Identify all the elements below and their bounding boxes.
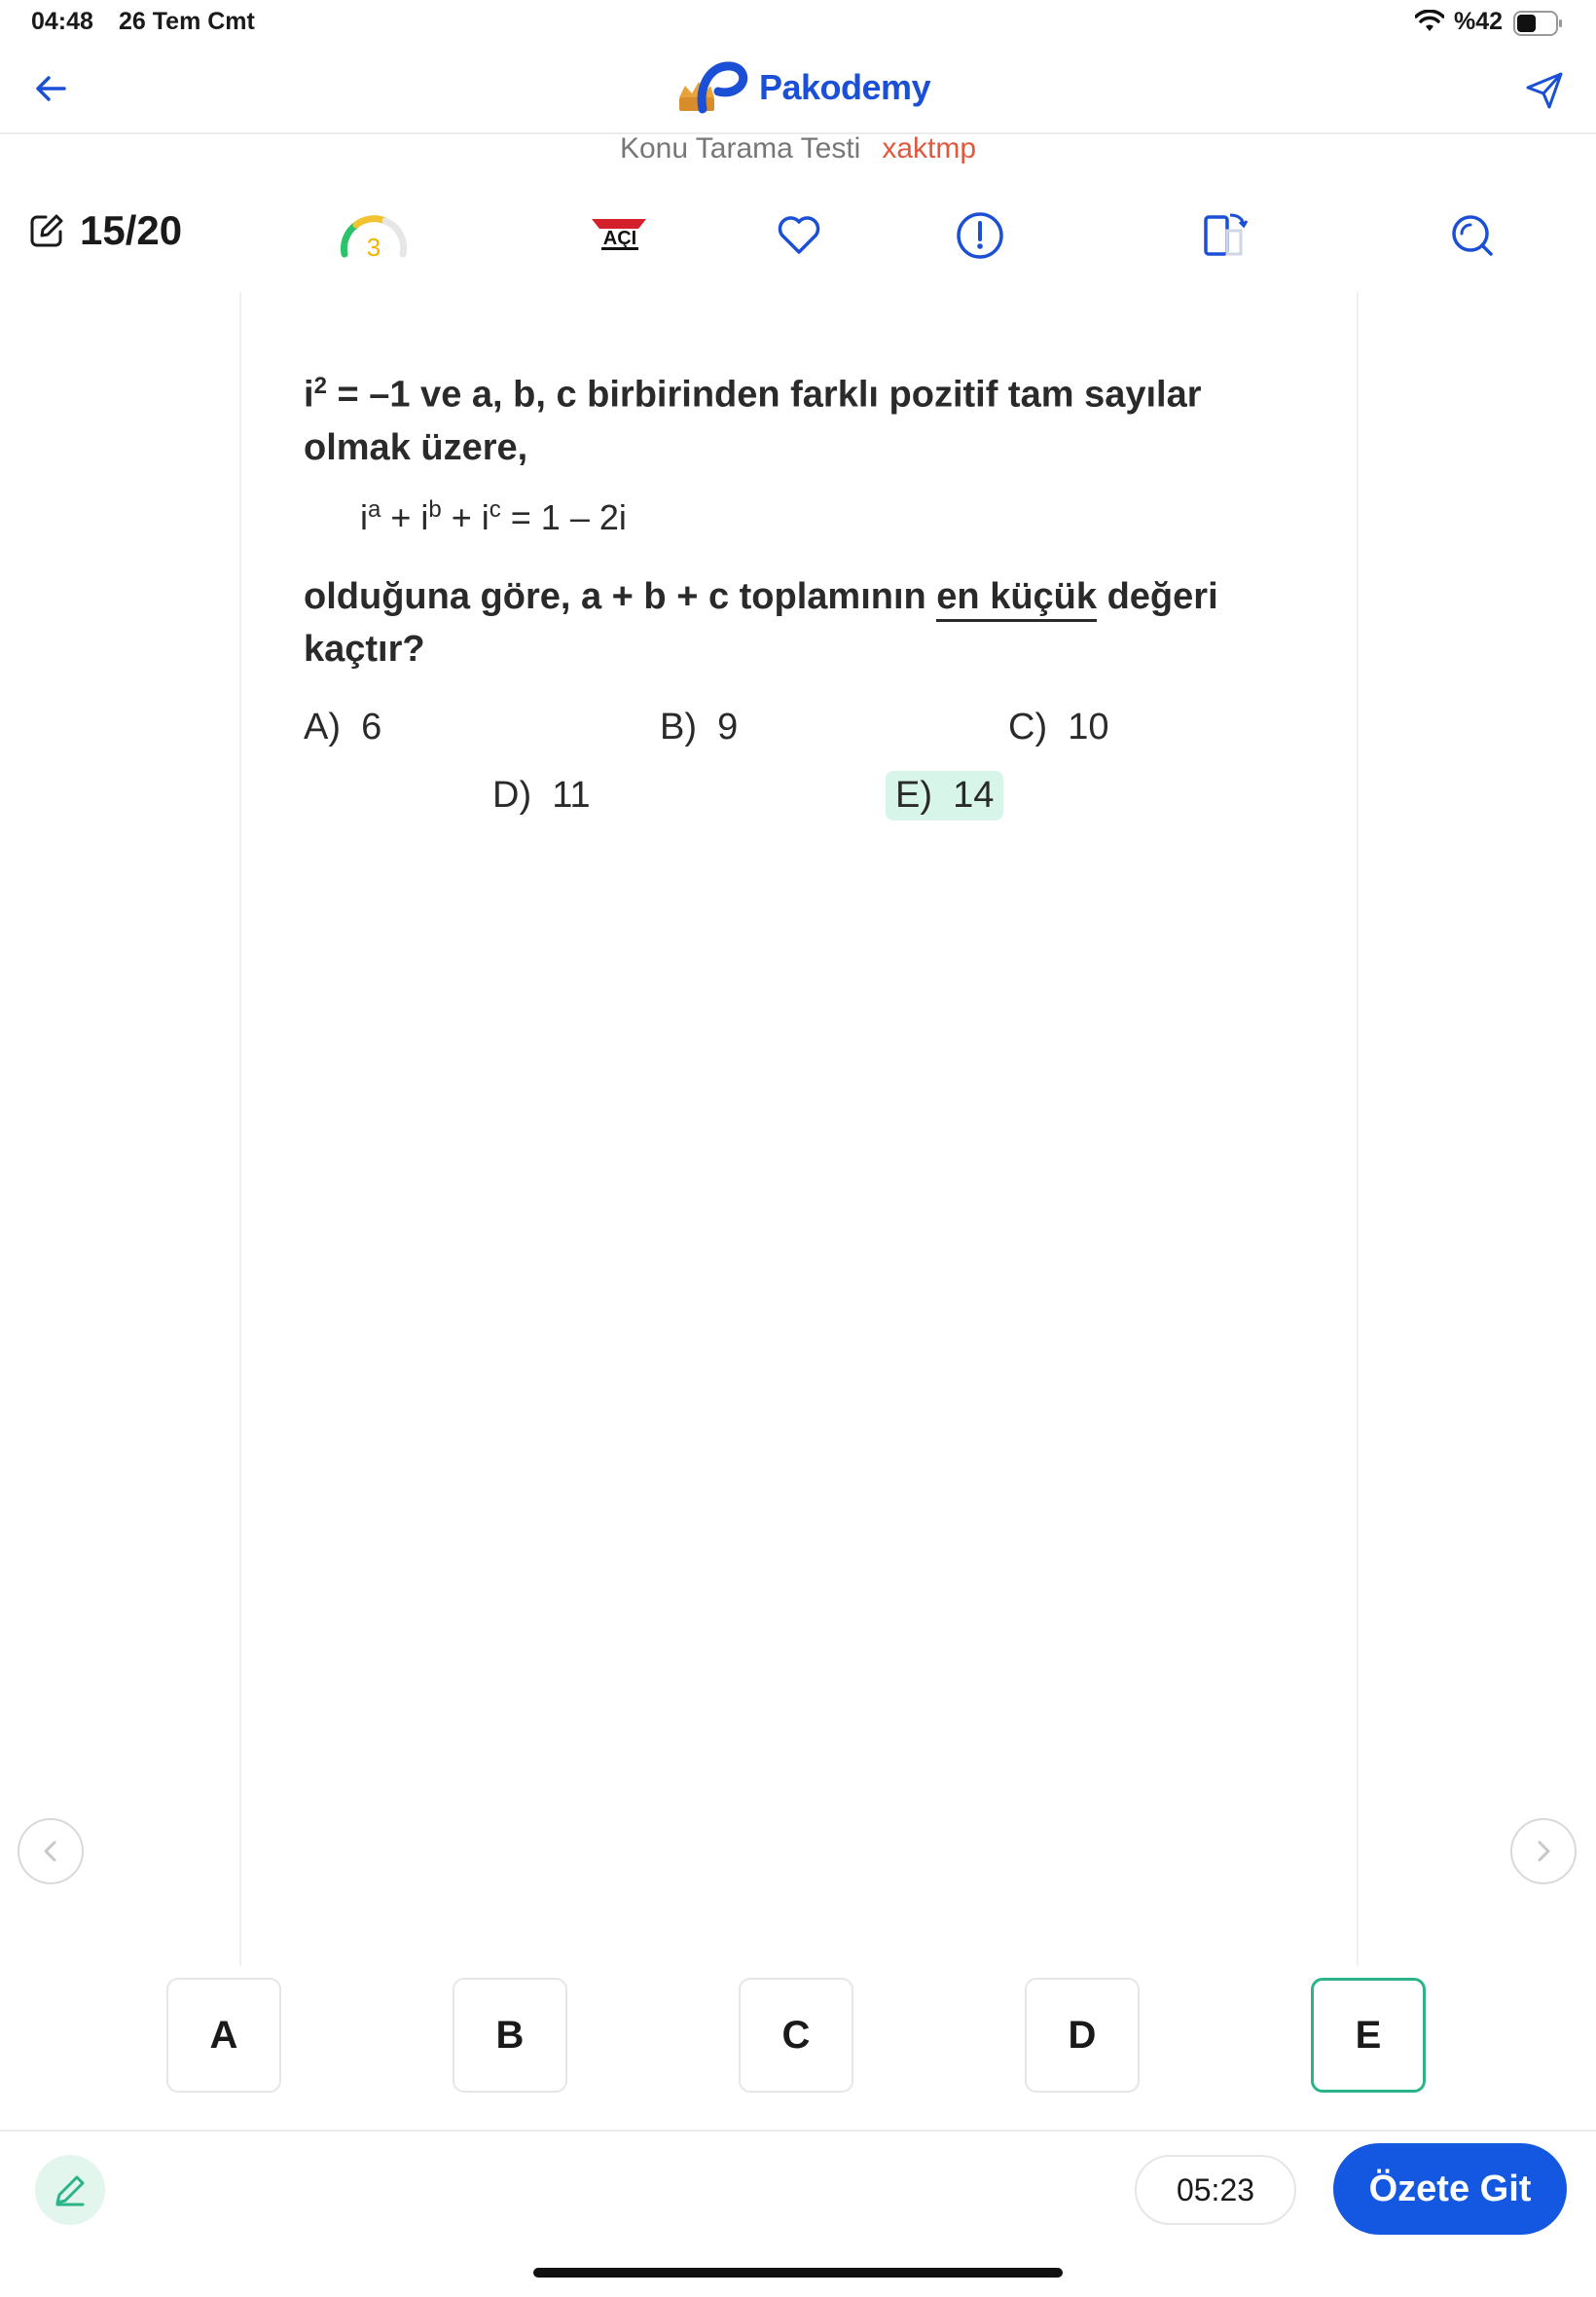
next-question-button[interactable]: [1510, 1818, 1577, 1884]
divider: [0, 2130, 1596, 2132]
option-letter: B): [660, 707, 697, 747]
formula-exp-a: a: [368, 496, 381, 523]
previous-question-button[interactable]: [18, 1818, 84, 1884]
prompt-emphasis: en küçük: [936, 576, 1098, 622]
question-intro: i2 = –1 ve a, b, c birbirinden farklı po…: [304, 360, 1300, 474]
formula-exp-c: c: [489, 496, 501, 523]
option-value: 14: [953, 775, 995, 816]
answer-choices: A B C D E: [0, 1978, 1596, 2095]
status-bar: 04:48 26 Tem Cmt %42: [0, 0, 1596, 47]
option-e-correct: E) 14: [886, 771, 1004, 820]
answer-button-a[interactable]: A: [166, 1978, 281, 2093]
status-date: 26 Tem Cmt: [119, 8, 255, 35]
draw-button[interactable]: [35, 2155, 105, 2225]
chevron-left-icon: [44, 1841, 56, 1862]
app-header: Pakodemy: [0, 47, 1596, 134]
option-c: C) 10: [1008, 707, 1109, 748]
answer-button-b[interactable]: B: [453, 1978, 567, 2093]
option-b: B) 9: [660, 707, 738, 748]
home-indicator[interactable]: [533, 2268, 1063, 2278]
report-alert-icon[interactable]: [954, 209, 1006, 262]
battery-percent: %42: [1454, 8, 1504, 35]
question-toolbar: 15/20 3 AÇI: [0, 200, 1596, 268]
intro-exponent: 2: [313, 373, 327, 399]
quiz-screen: 04:48 26 Tem Cmt %42 Pakodemy Konu Taram…: [0, 0, 1596, 2297]
option-letter: A): [304, 707, 341, 747]
formula-plus-2: +: [441, 497, 482, 537]
question-card: [239, 292, 1359, 1966]
go-to-summary-button[interactable]: Özete Git: [1333, 2143, 1567, 2235]
pakodemy-logo-icon: [679, 61, 748, 114]
test-code: xaktmp: [882, 132, 977, 164]
intro-base: i: [304, 374, 314, 416]
question-counter-text: 15/20: [80, 207, 183, 253]
battery-icon: [1513, 11, 1562, 36]
answer-button-c[interactable]: C: [739, 1978, 853, 2093]
option-letter: E): [895, 775, 932, 816]
prompt-pre: olduğuna göre, a + b + c toplamının: [304, 576, 937, 617]
answer-button-e[interactable]: E: [1311, 1978, 1426, 2093]
test-title: Konu Tarama Testi xaktmp: [0, 132, 1596, 177]
option-value: 9: [717, 707, 739, 747]
option-letter: C): [1008, 707, 1048, 747]
timer: 05:23: [1135, 2155, 1296, 2225]
formula-base-3: i: [481, 497, 490, 537]
answer-button-d[interactable]: D: [1025, 1978, 1140, 2093]
formula-exp-b: b: [428, 496, 442, 523]
difficulty-level: 3: [367, 233, 381, 262]
question-counter: 15/20: [27, 207, 182, 254]
option-d: D) 11: [492, 775, 591, 817]
edit-icon: [30, 214, 63, 247]
option-a: A) 6: [304, 707, 381, 748]
test-name: Konu Tarama Testi: [619, 132, 861, 164]
question-prompt: olduğuna göre, a + b + c toplamının en k…: [304, 570, 1287, 675]
difficulty-gauge[interactable]: 3: [337, 205, 411, 262]
formula-plus-1: +: [381, 497, 421, 537]
rotate-device-icon[interactable]: [1201, 209, 1253, 262]
favorite-heart-icon[interactable]: [773, 209, 825, 262]
chevron-right-icon: [1538, 1841, 1550, 1862]
publisher-name: AÇI: [603, 228, 636, 249]
question-formula: ia + ib + ic = 1 – 2i: [360, 496, 627, 538]
app-logo: Pakodemy: [675, 58, 931, 117]
pencil-icon: [55, 2175, 85, 2206]
wifi-icon: [1415, 10, 1444, 31]
status-time: 04:48: [31, 8, 93, 35]
option-value: 6: [361, 707, 382, 747]
app-name: Pakodemy: [759, 67, 931, 107]
option-value: 11: [552, 775, 591, 816]
formula-base-1: i: [360, 497, 368, 537]
back-arrow-icon[interactable]: [27, 64, 76, 113]
search-icon[interactable]: [1446, 209, 1499, 262]
option-value: 10: [1068, 707, 1109, 747]
intro-text: = –1 ve a, b, c birbirinden farklı pozit…: [304, 374, 1202, 468]
formula-rhs: = 1 – 2i: [500, 497, 627, 537]
send-icon[interactable]: [1520, 66, 1569, 115]
publisher-logo: AÇI: [592, 219, 646, 250]
option-letter: D): [492, 775, 532, 816]
